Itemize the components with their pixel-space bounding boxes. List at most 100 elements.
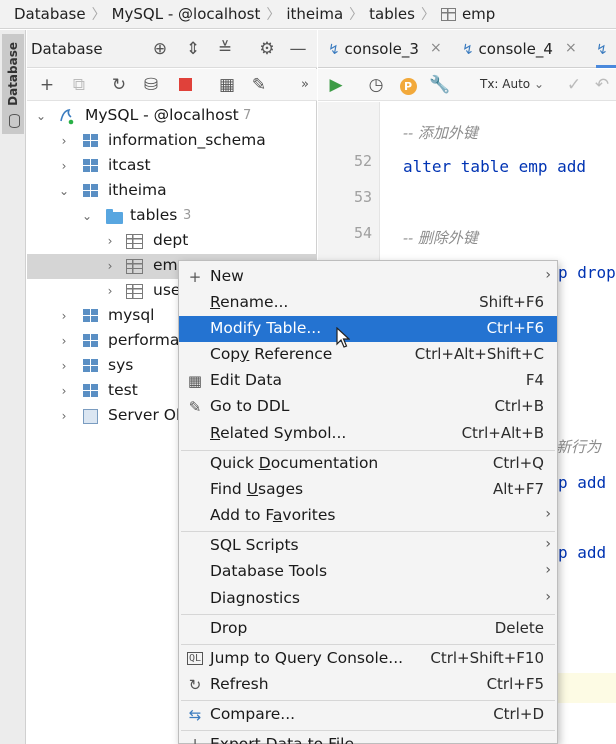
menu-item-find-usages[interactable]: Find Usages Alt+F7 [179,477,557,503]
code-line-comment[interactable]: -- 添加外键 [403,122,478,143]
menu-item-rename[interactable]: Rename... Shift+F6 [179,290,557,316]
chevron-right-icon: › [545,589,551,605]
minimize-icon[interactable]: — [287,38,309,60]
code-line[interactable]: p drop [558,263,616,282]
profile-icon[interactable]: P [396,73,420,97]
table-icon [440,7,456,21]
commit-icon[interactable]: ✓ [562,73,586,97]
chevron-right-icon[interactable]: › [103,233,117,249]
mouse-cursor-icon [336,327,350,348]
menu-item-go-to-ddl[interactable]: ✎ Go to DDL Ctrl+B [179,394,557,420]
table-icon [126,284,143,299]
chevron-right-icon[interactable]: › [57,358,71,374]
menu-item-modify-table[interactable]: Modify Table... Ctrl+F6 [179,316,557,342]
panel-title: Database [31,40,103,58]
menu-item-compare[interactable]: ⇆ Compare... Ctrl+D [179,702,557,728]
chevron-right-icon[interactable]: › [57,333,71,349]
history-icon[interactable]: ◷ [364,73,388,97]
breadcrumb-item-tables[interactable]: tables [369,5,415,23]
breadcrumb-item-database[interactable]: Database [14,5,86,23]
line-number: 53 [353,188,372,206]
tree-node-schema[interactable]: › information_schema [27,129,317,154]
chevron-right-icon: › [545,562,551,578]
chevron-down-icon[interactable]: ⌄ [57,183,71,199]
menu-separator [181,614,555,615]
editor-toolbar: ▶ ◷ P 🔧 Tx: Auto ⌄ ✓ ↶ [318,69,616,101]
chevron-down-icon[interactable]: ⌄ [34,108,48,124]
menu-item-add-to-favorites[interactable]: Add to Favorites › [179,503,557,529]
line-number: 54 [353,224,372,242]
menu-item-database-tools[interactable]: Database Tools › [179,559,557,585]
chevron-right-icon[interactable]: › [57,308,71,324]
menu-separator [181,730,555,731]
chevron-down-icon[interactable]: ⌄ [80,208,94,224]
close-icon[interactable]: × [430,40,442,56]
table-view-icon[interactable]: ▦ [215,73,239,97]
more-icon[interactable]: » [293,73,317,97]
gear-icon[interactable]: ⚙ [256,38,278,60]
menu-item-quick-documentation[interactable]: Quick Documentation Ctrl+Q [179,451,557,477]
shortcut: Delete [494,619,544,637]
tab-active-console[interactable]: ↯ [596,30,616,68]
code-line[interactable]: alter table emp add [403,157,586,176]
close-icon[interactable]: × [565,40,577,56]
pencil-icon: ✎ [188,398,202,416]
wrench-icon[interactable]: 🔧 [428,73,452,97]
schema-sync-icon[interactable]: ⛁ [139,73,163,97]
code-line-comment[interactable]: -- 删除外键 [403,227,478,248]
menu-item-copy-reference[interactable]: Copy Reference Ctrl+Alt+Shift+C [179,342,557,368]
chevron-right-icon[interactable]: › [57,158,71,174]
tab-console-3[interactable]: ↯ console_3 [328,30,419,68]
chevron-right-icon[interactable]: › [57,133,71,149]
menu-item-diagnostics[interactable]: Diagnostics › [179,586,557,612]
tree-node-connection[interactable]: ⌄ MySQL - @localhost 7 [27,104,317,129]
refresh-icon[interactable]: ↻ [107,73,131,97]
shortcut: Ctrl+F6 [486,319,544,337]
menu-item-edit-data[interactable]: ▦ Edit Data F4 [179,368,557,394]
crosshair-icon[interactable]: ⊕ [149,38,171,60]
menu-item-export-data[interactable]: ↓ Export Data to File... [179,732,557,744]
code-line-comment[interactable]: 新行为 [556,436,601,457]
shortcut: Ctrl+Shift+F10 [430,649,544,667]
tree-node-table[interactable]: › dept [27,229,317,254]
context-menu: + New › Rename... Shift+F6 Modify Table.… [178,260,558,744]
rollback-icon[interactable]: ↶ [590,73,614,97]
copy-icon[interactable]: ⧉ [67,73,91,97]
menu-item-sql-scripts[interactable]: SQL Scripts › [179,533,557,559]
menu-item-related-symbol[interactable]: Related Symbol... Ctrl+Alt+B [179,421,557,447]
chevron-right-icon[interactable]: › [103,258,117,274]
chevron-right-icon[interactable]: › [57,408,71,424]
tree-label: MySQL - @localhost [85,106,239,124]
chevron-right-icon: 〉 [420,7,435,23]
code-line[interactable]: p add [558,473,606,492]
tree-node-schema[interactable]: › itcast [27,154,317,179]
menu-item-jump-to-query-console[interactable]: QL Jump to Query Console... Ctrl+Shift+F… [179,646,557,672]
chevron-right-icon[interactable]: › [57,383,71,399]
menu-item-new[interactable]: + New › [179,264,557,290]
stop-icon[interactable] [173,73,197,97]
add-icon[interactable]: + [35,73,59,97]
breadcrumb-item-schema[interactable]: itheima [286,5,343,23]
expand-all-icon[interactable]: ⇕ [182,38,204,60]
code-line[interactable]: p add [558,543,606,562]
tree-node-tables-folder[interactable]: ⌄ tables 3 [27,204,317,229]
schema-icon [83,384,99,398]
breadcrumb-item-connection[interactable]: MySQL - @localhost [112,5,261,23]
menu-separator [181,700,555,701]
tab-console-4[interactable]: ↯ console_4 [462,30,553,68]
shortcut: Alt+F7 [492,480,544,498]
shortcut: Ctrl+B [494,397,544,415]
menu-item-drop[interactable]: Drop Delete [179,616,557,642]
schema-icon [83,184,99,198]
run-icon[interactable]: ▶ [324,73,348,97]
tx-mode-select[interactable]: Tx: Auto ⌄ [480,77,544,91]
console-icon: ↯ [462,42,474,58]
edit-icon[interactable]: ✎ [247,73,271,97]
collapse-all-icon[interactable]: ≚ [214,38,236,60]
breadcrumb-item-table[interactable]: emp [462,5,495,23]
tree-node-schema[interactable]: ⌄ itheima [27,179,317,204]
chevron-right-icon[interactable]: › [103,283,117,299]
shortcut: Ctrl+Q [492,454,544,472]
database-tool-tab[interactable]: Database [2,34,24,134]
menu-item-refresh[interactable]: ↻ Refresh Ctrl+F5 [179,672,557,698]
